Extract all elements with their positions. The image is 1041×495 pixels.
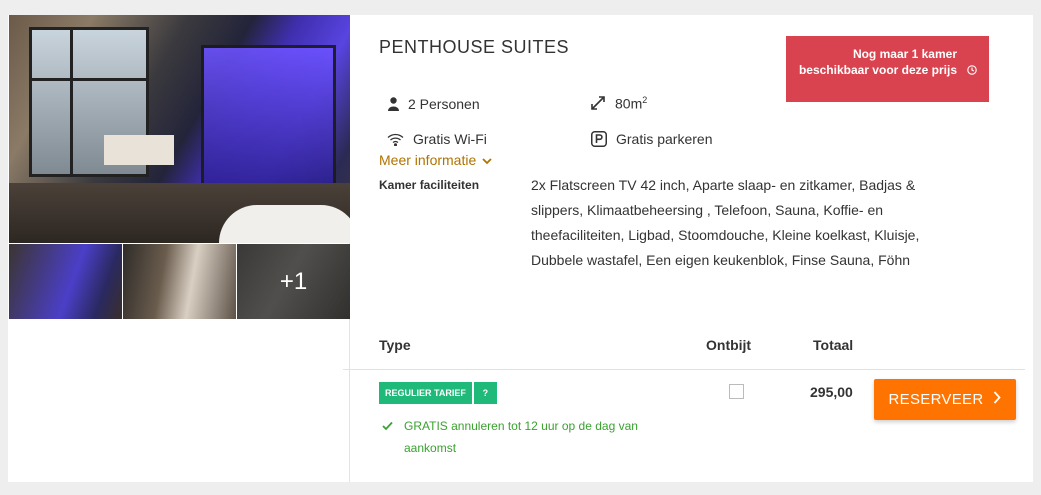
cancellation-note: GRATIS annuleren tot 12 uur op de dag va… — [382, 415, 686, 459]
feature-persons-label: 2 Personen — [408, 96, 480, 112]
expand-icon — [590, 95, 606, 111]
availability-alert: Nog maar 1 kamer beschikbaar voor deze p… — [786, 36, 989, 102]
facilities-label: Kamer faciliteiten — [379, 178, 480, 192]
column-header-breakfast: Ontbijt — [706, 337, 752, 353]
reserve-button[interactable]: RESERVEER — [874, 379, 1016, 420]
table-divider — [343, 369, 1025, 370]
rate-tag-row: REGULIER TARIEF ? — [379, 382, 497, 404]
cancellation-text: GRATIS annuleren tot 12 uur op de dag va… — [404, 419, 638, 455]
feature-size: 80m2 — [590, 95, 647, 112]
breakfast-checkbox[interactable] — [729, 384, 744, 399]
more-photos-count: +1 — [237, 244, 350, 319]
thumbnail-photo[interactable] — [123, 244, 236, 319]
thumbnail-strip: +1 — [9, 244, 350, 319]
main-room-photo[interactable] — [9, 15, 350, 243]
user-icon — [388, 97, 399, 111]
thumbnail-more-photos[interactable]: +1 — [237, 244, 350, 319]
availability-alert-text: Nog maar 1 kamer beschikbaar voor deze p… — [798, 47, 957, 77]
more-info-link[interactable]: Meer informatie — [379, 152, 492, 168]
photo-gallery: +1 — [8, 15, 350, 482]
column-header-type: Type — [379, 337, 411, 353]
feature-wifi-label: Gratis Wi-Fi — [413, 131, 487, 147]
feature-parking-label: Gratis parkeren — [616, 131, 713, 147]
clock-icon — [967, 63, 977, 79]
chevron-down-icon — [482, 152, 492, 168]
feature-persons: 2 Personen — [388, 96, 480, 112]
total-price: 295,00 — [810, 384, 853, 400]
feature-size-label: 80m2 — [615, 95, 648, 112]
rate-tag: REGULIER TARIEF — [379, 382, 472, 404]
room-title: PENTHOUSE SUITES — [379, 37, 570, 57]
rate-help-button[interactable]: ? — [473, 382, 497, 404]
reserve-button-label: RESERVEER — [888, 391, 984, 408]
thumbnail-photo[interactable] — [9, 244, 122, 319]
feature-parking: Gratis parkeren — [591, 131, 712, 147]
chevron-right-icon — [993, 391, 1002, 408]
check-icon — [382, 415, 393, 444]
parking-icon — [591, 131, 607, 147]
feature-wifi: Gratis Wi-Fi — [387, 131, 487, 147]
facilities-text: 2x Flatscreen TV 42 inch, Aparte slaap- … — [531, 177, 920, 268]
column-header-total: Totaal — [813, 337, 854, 353]
wifi-icon — [387, 133, 404, 146]
